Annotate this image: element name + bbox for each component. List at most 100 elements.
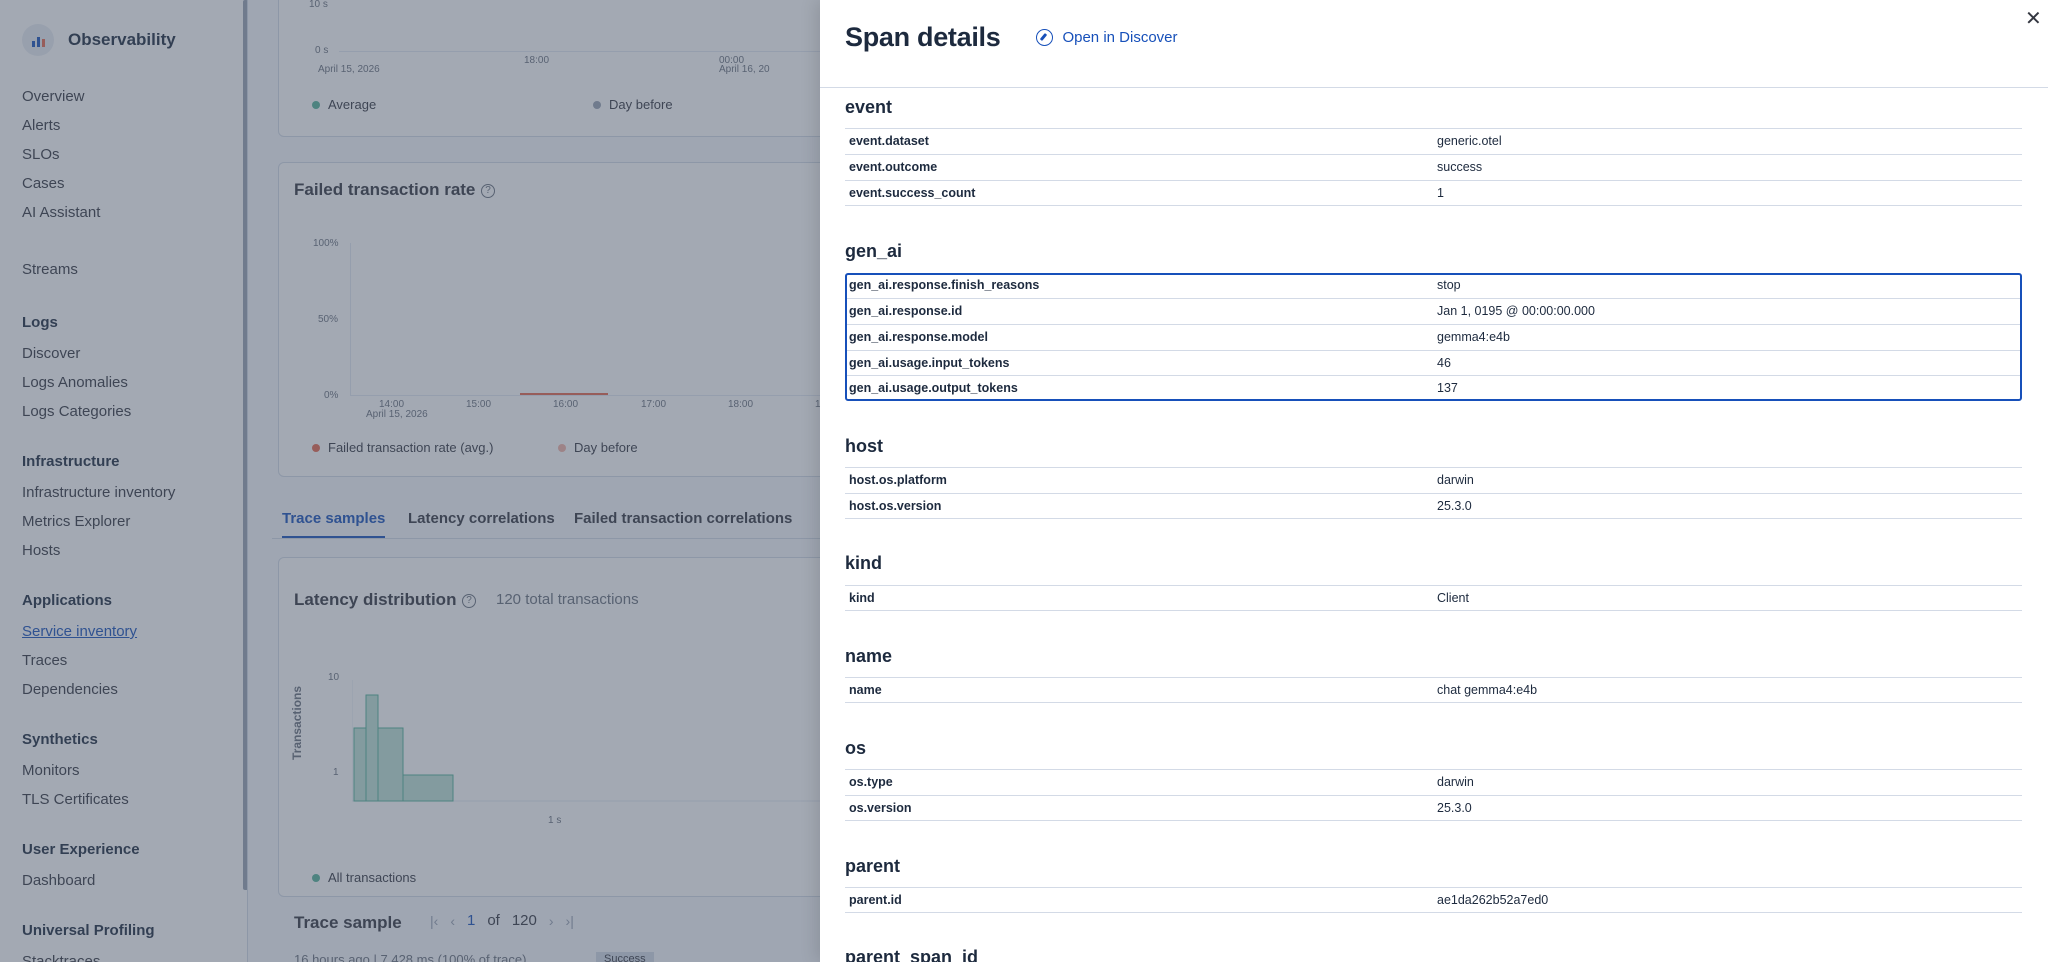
sidebar-item-monitors[interactable]: Monitors [22,760,232,789]
field-key: gen_ai.response.id [849,304,963,318]
x-tick-label: April 15, 2026 [318,64,380,75]
failed-rate-title: Failed transaction rate [294,180,476,199]
trace-pager: |‹ ‹ 1 of 120 › ›| [430,912,574,929]
sidebar-item-hosts[interactable]: Hosts [22,540,232,569]
compass-icon [1036,29,1054,46]
current-page[interactable]: 1 [467,912,475,929]
x-tick-label: 17:00 [641,399,667,410]
sidebar-item-logs-categories[interactable]: Logs Categories [22,401,232,430]
y-tick-label: 10 s [309,0,328,10]
field-key: name [849,683,882,697]
field-group-title: gen_ai [845,241,903,261]
sidebar-item-slos[interactable]: SLOs [22,144,232,173]
field-value: gemma4:e4b [1437,330,1510,344]
field-value: 137 [1437,381,1458,395]
legend-day-before[interactable]: Day before [593,97,673,112]
help-icon[interactable]: ? [462,594,476,608]
sidebar-item-streams[interactable]: Streams [22,259,232,288]
field-key: host.os.platform [849,473,947,487]
sidebar-item-dependencies[interactable]: Dependencies [22,679,232,708]
field-group-title: host [845,436,883,456]
sidebar-item-alerts[interactable]: Alerts [22,115,232,144]
field-key: parent.id [849,893,902,907]
legend-all-transactions[interactable]: All transactions [312,870,416,885]
field-row: event.outcome success [845,154,2022,180]
observability-logo-icon [22,24,54,56]
x-tick-label: April 16, 20 [719,64,770,75]
legend-dot [312,873,320,882]
first-page-icon[interactable]: |‹ [430,913,438,929]
field-key: os.type [849,775,893,789]
tab-failed-transaction-correlations[interactable]: Failed transaction correlations [574,510,792,527]
legend-day-before[interactable]: Day before [558,440,638,455]
x-tick-label: 15:00 [466,399,492,410]
legend-label: Day before [574,440,638,455]
field-row: os.type darwin [845,769,2022,795]
sidebar-item-discover[interactable]: Discover [22,343,232,372]
sidebar-item-ai-assistant[interactable]: AI Assistant [22,202,232,231]
field-key: kind [849,591,875,605]
field-value: 25.3.0 [1437,499,1472,513]
help-icon[interactable]: ? [481,184,495,198]
prev-page-icon[interactable]: ‹ [450,913,455,929]
flyout-header: Span details Open in Discover [845,22,1178,53]
field-key: gen_ai.response.model [849,330,988,344]
legend-failed-rate[interactable]: Failed transaction rate (avg.) [312,440,493,455]
field-value: success [1437,160,1483,174]
x-tick-label: 18:00 [728,399,754,410]
tab-trace-samples[interactable]: Trace samples [282,510,385,527]
sidebar-section-logs: Logs [22,314,58,331]
x-tick-label: 18:00 [524,55,550,66]
field-row: parent.id ae1da262b52a7ed0 [845,887,2022,913]
legend-average[interactable]: Average [312,97,376,112]
sidebar-item-tls-certificates[interactable]: TLS Certificates [22,789,232,818]
field-group-title: parent_span_id [845,947,979,962]
field-row: gen_ai.response.model gemma4:e4b [845,324,2022,350]
field-value: ae1da262b52a7ed0 [1437,893,1549,907]
flyout-title: Span details [845,22,1001,52]
x-date-label: April 15, 2026 [366,409,428,420]
active-tab-indicator [282,536,385,538]
next-page-icon[interactable]: › [549,913,554,929]
last-page-icon[interactable]: ›| [566,913,574,929]
total-pages: 120 [511,912,537,929]
sidebar-item-overview[interactable]: Overview [22,86,232,115]
legend-label: All transactions [328,870,417,885]
latency-histogram [352,680,832,802]
brand[interactable]: Observability [22,24,176,56]
sidebar-item-stacktraces[interactable]: Stacktraces [22,951,232,962]
sidebar-section-infrastructure: Infrastructure [22,453,120,470]
sidebar-item-infrastructure-inventory[interactable]: Infrastructure inventory [22,482,232,511]
sidebar-section-synthetics: Synthetics [22,731,98,748]
sidebar-item-cases[interactable]: Cases [22,173,232,202]
field-key: event.dataset [849,134,929,148]
field-group-title: parent [845,856,901,876]
close-icon[interactable]: ✕ [2025,6,2042,31]
sidebar-item-metrics-explorer[interactable]: Metrics Explorer [22,511,232,540]
sidebar-item-dashboard[interactable]: Dashboard [22,870,232,899]
field-row: os.version 25.3.0 [845,795,2022,821]
tab-latency-correlations[interactable]: Latency correlations [408,510,555,527]
y-axis-label: Transactions [290,685,304,760]
sidebar-item-traces[interactable]: Traces [22,650,232,679]
field-group-title: kind [845,553,883,573]
field-key: gen_ai.usage.output_tokens [849,381,1018,395]
of-label: of [487,912,500,929]
field-row: gen_ai.usage.output_tokens 137 [845,375,2022,401]
sidebar: Observability Overview Alerts SLOs Cases… [0,0,248,962]
sidebar-item-logs-anomalies[interactable]: Logs Anomalies [22,372,232,401]
y-tick-label: 1 [333,767,339,778]
field-group-title: os [845,738,867,758]
field-value: Client [1437,591,1469,605]
y-tick-label: 0% [324,390,339,401]
field-value: Jan 1, 0195 @ 00:00:00.000 [1437,304,1595,318]
field-row: gen_ai.usage.input_tokens 46 [845,350,2022,376]
field-key: event.success_count [849,186,976,200]
brand-title: Observability [68,30,176,49]
sidebar-item-service-inventory[interactable]: Service inventory [22,621,232,650]
flyout-header-divider [820,87,2048,88]
field-value: 1 [1437,186,1444,200]
open-in-discover-link[interactable]: Open in Discover [1036,29,1178,46]
legend-label: Average [328,97,377,112]
legend-dot [312,443,320,452]
